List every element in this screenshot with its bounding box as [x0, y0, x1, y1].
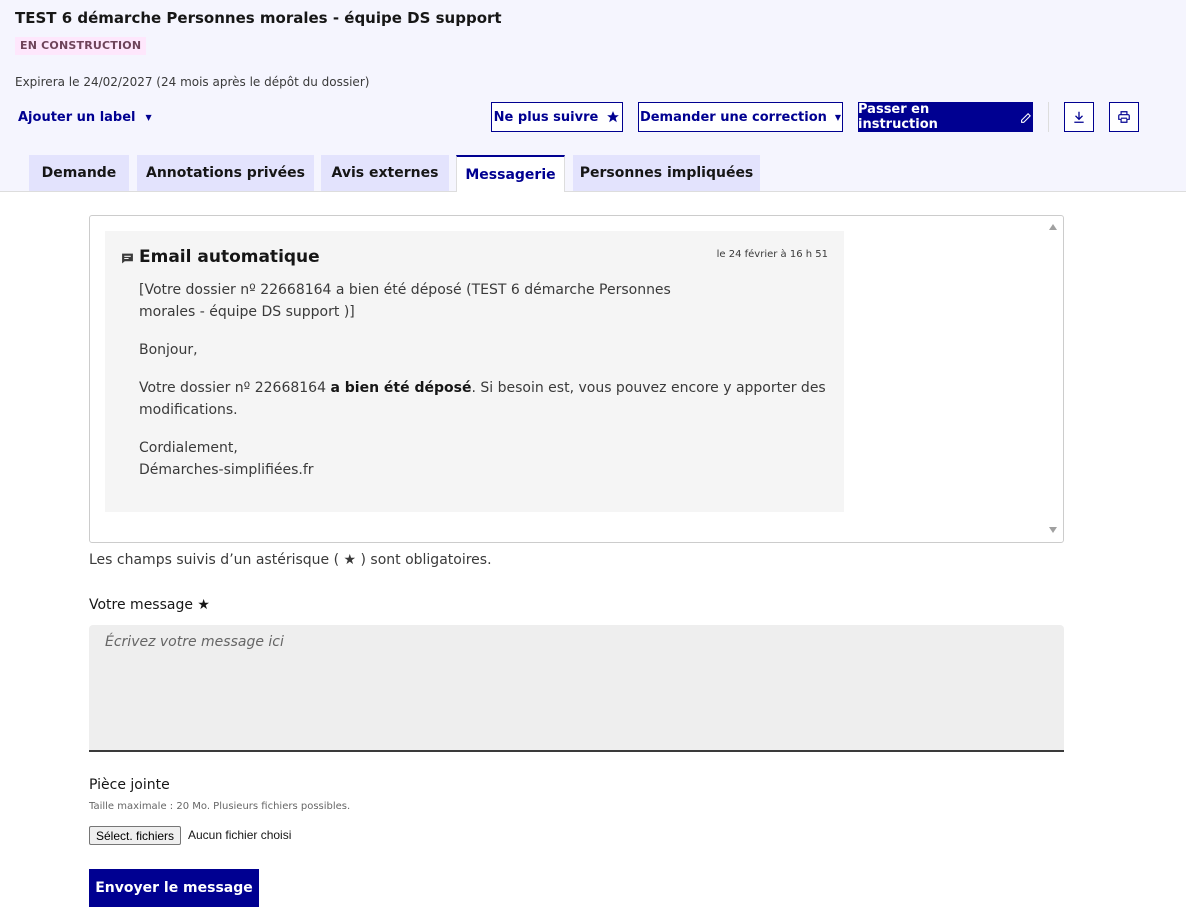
pass-instruction-button[interactable]: Passer en instruction [858, 102, 1033, 132]
tab-annotations-privees[interactable]: Annotations privées [137, 155, 314, 191]
message-subject: [Votre dossier nº 22668164 a bien été dé… [139, 282, 671, 320]
download-button[interactable] [1064, 102, 1094, 132]
attachment-label: Pièce jointe [89, 777, 170, 793]
add-label-text: Ajouter un label [18, 109, 136, 125]
scroll-up-arrow[interactable] [1049, 224, 1057, 230]
message-thread[interactable]: Email automatique le 24 février à 16 h 5… [89, 215, 1064, 543]
message-text: Votre dossier nº 22668164 [139, 380, 331, 396]
signature-text: Démarches-simplifiées.fr [139, 462, 314, 478]
message-sender: Email automatique [139, 247, 320, 267]
message-textarea[interactable] [89, 625, 1064, 752]
download-icon [1074, 111, 1084, 123]
message-field-label: Votre message ★ [89, 597, 210, 613]
status-badge: EN CONSTRUCTION [15, 37, 147, 55]
print-button[interactable] [1109, 102, 1139, 132]
message-date: le 24 février à 16 h 51 [716, 249, 828, 260]
dossier-header: TEST 6 démarche Personnes morales - équi… [0, 0, 1186, 192]
tab-avis-externes[interactable]: Avis externes [321, 155, 449, 191]
message-emphasis: a bien été déposé [330, 380, 472, 396]
send-message-button[interactable]: Envoyer le message [89, 869, 259, 907]
attachment-hint: Taille maximale : 20 Mo. Plusieurs fichi… [89, 801, 351, 812]
unfollow-label: Ne plus suivre [493, 109, 599, 125]
expiration-text: Expirera le 24/02/2027 (24 mois après le… [15, 75, 370, 89]
printer-icon [1118, 111, 1130, 123]
caret-down-icon: ▼ [145, 112, 152, 122]
pass-instruction-label: Passer en instruction [858, 102, 938, 132]
message-greeting: Bonjour, [139, 342, 198, 358]
message-card: Email automatique le 24 février à 16 h 5… [105, 231, 844, 512]
chat-bubble-icon [122, 253, 133, 264]
scroll-down-arrow[interactable] [1049, 527, 1057, 533]
file-status-text: Aucun fichier choisi [188, 828, 292, 842]
add-label-dropdown[interactable]: Ajouter un label ▼ [18, 107, 152, 127]
message-closing: Cordialement, Démarches-simplifiées.fr [139, 437, 829, 481]
pencil-icon [1021, 112, 1032, 123]
page-title: TEST 6 démarche Personnes morales - équi… [15, 9, 502, 27]
caret-down-icon: ▼ [834, 112, 842, 122]
tab-personnes-impliquees[interactable]: Personnes impliquées [573, 155, 760, 191]
message-paragraph: Votre dossier nº 22668164 a bien été dép… [139, 377, 829, 421]
closing-text: Cordialement, [139, 440, 238, 456]
file-select-button[interactable]: Sélect. fichiers [89, 826, 182, 845]
required-fields-note: Les champs suivis d’un astérisque ( ★ ) … [89, 552, 492, 568]
tab-messagerie[interactable]: Messagerie [456, 155, 565, 192]
star-icon [607, 111, 620, 123]
request-correction-label: Demander une correction [639, 109, 827, 125]
action-divider [1048, 102, 1049, 132]
unfollow-button[interactable]: Ne plus suivre [491, 102, 623, 132]
tab-demande[interactable]: Demande [29, 155, 129, 191]
message-body: [Votre dossier nº 22668164 a bien été dé… [139, 279, 829, 497]
request-correction-dropdown[interactable]: Demander une correction ▼ [638, 102, 843, 132]
